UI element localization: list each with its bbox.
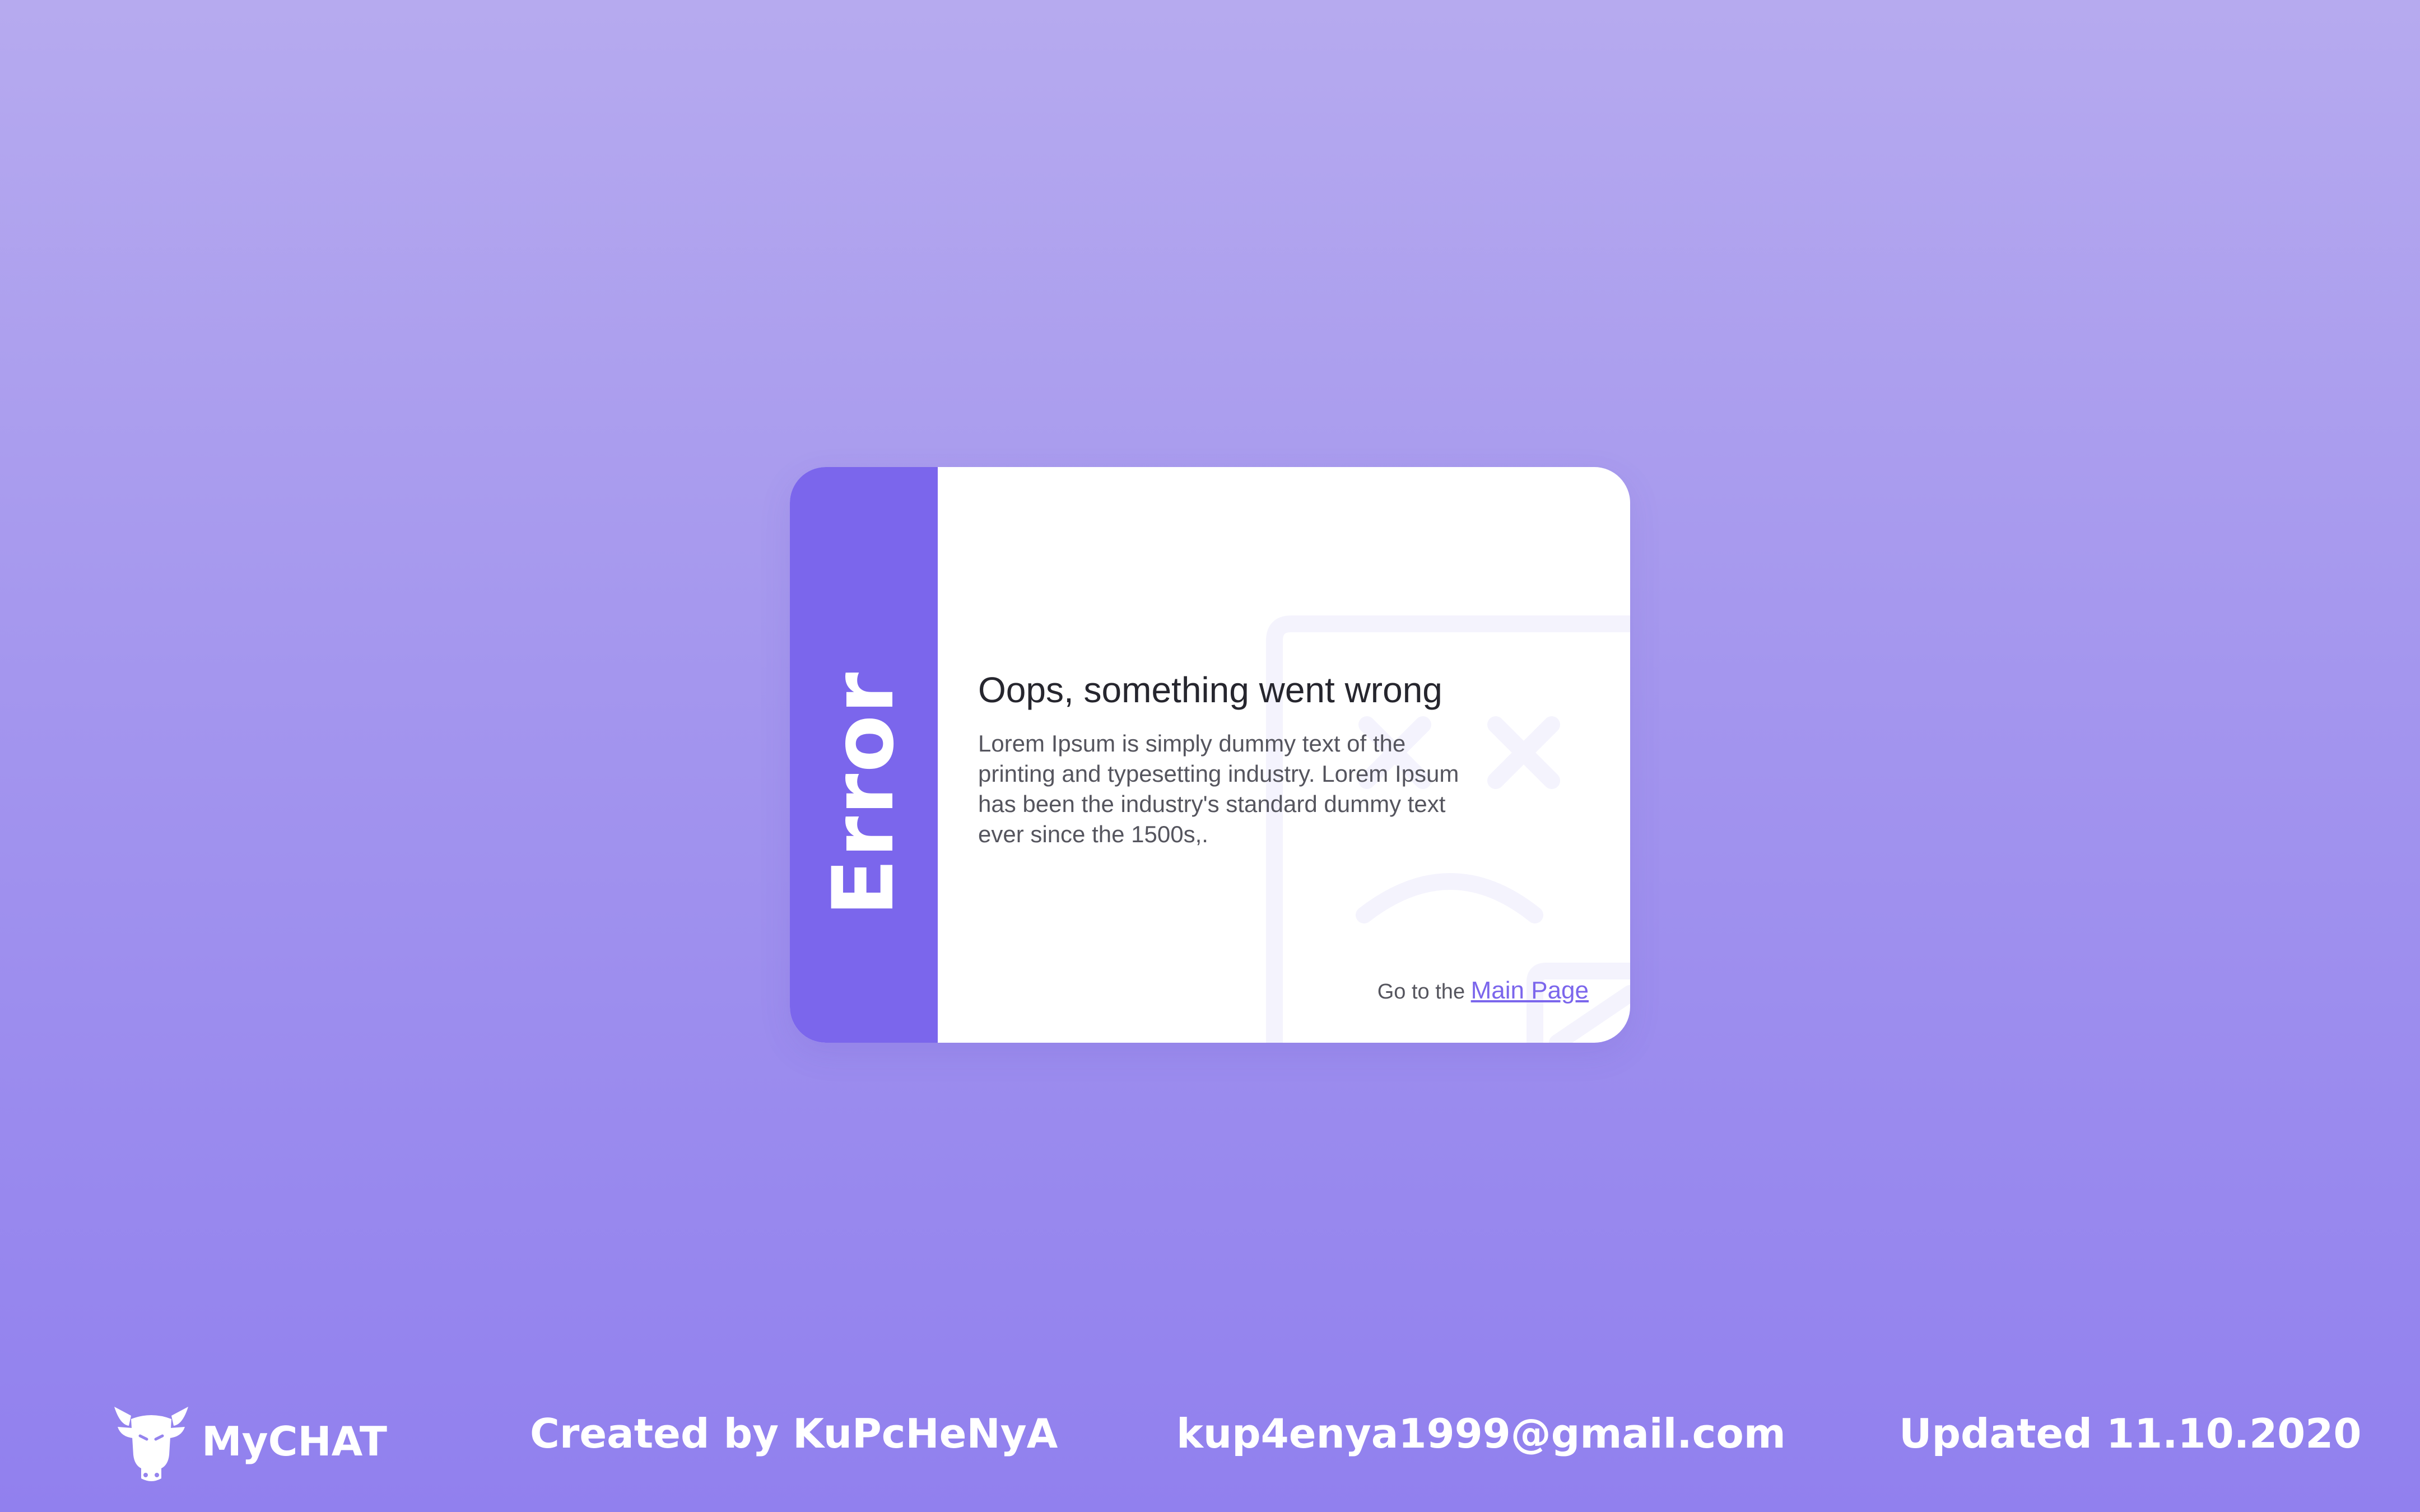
brand-name: MyCHAT: [202, 1418, 387, 1465]
error-side-label: Error: [815, 671, 913, 916]
error-side-panel: Error: [790, 467, 938, 1043]
error-title: Oops, something went wrong: [978, 670, 1442, 710]
created-by-text: Created by KuPcHeNyA: [530, 1410, 1058, 1457]
main-page-prompt: Go to the Main Page: [1377, 977, 1589, 1005]
cow-head-icon: [114, 1407, 188, 1481]
contact-email[interactable]: kup4enya1999@gmail.com: [1176, 1413, 1786, 1454]
main-page-link[interactable]: Main Page: [1471, 977, 1589, 1004]
updated-date: Updated 11.10.2020: [1899, 1410, 2362, 1457]
main-page-prefix: Go to the: [1377, 980, 1465, 1004]
error-card: Error Oops, something went wrong Lorem I…: [790, 467, 1630, 1043]
error-description: Lorem Ipsum is simply dummy text of the …: [978, 730, 1459, 847]
site-footer: MyCHAT Created by KuPcHeNyA kup4enya1999…: [0, 1388, 2420, 1500]
error-message-block: Oops, something went wrong Lorem Ipsum i…: [978, 669, 1516, 850]
brand[interactable]: MyCHAT: [106, 1397, 387, 1486]
